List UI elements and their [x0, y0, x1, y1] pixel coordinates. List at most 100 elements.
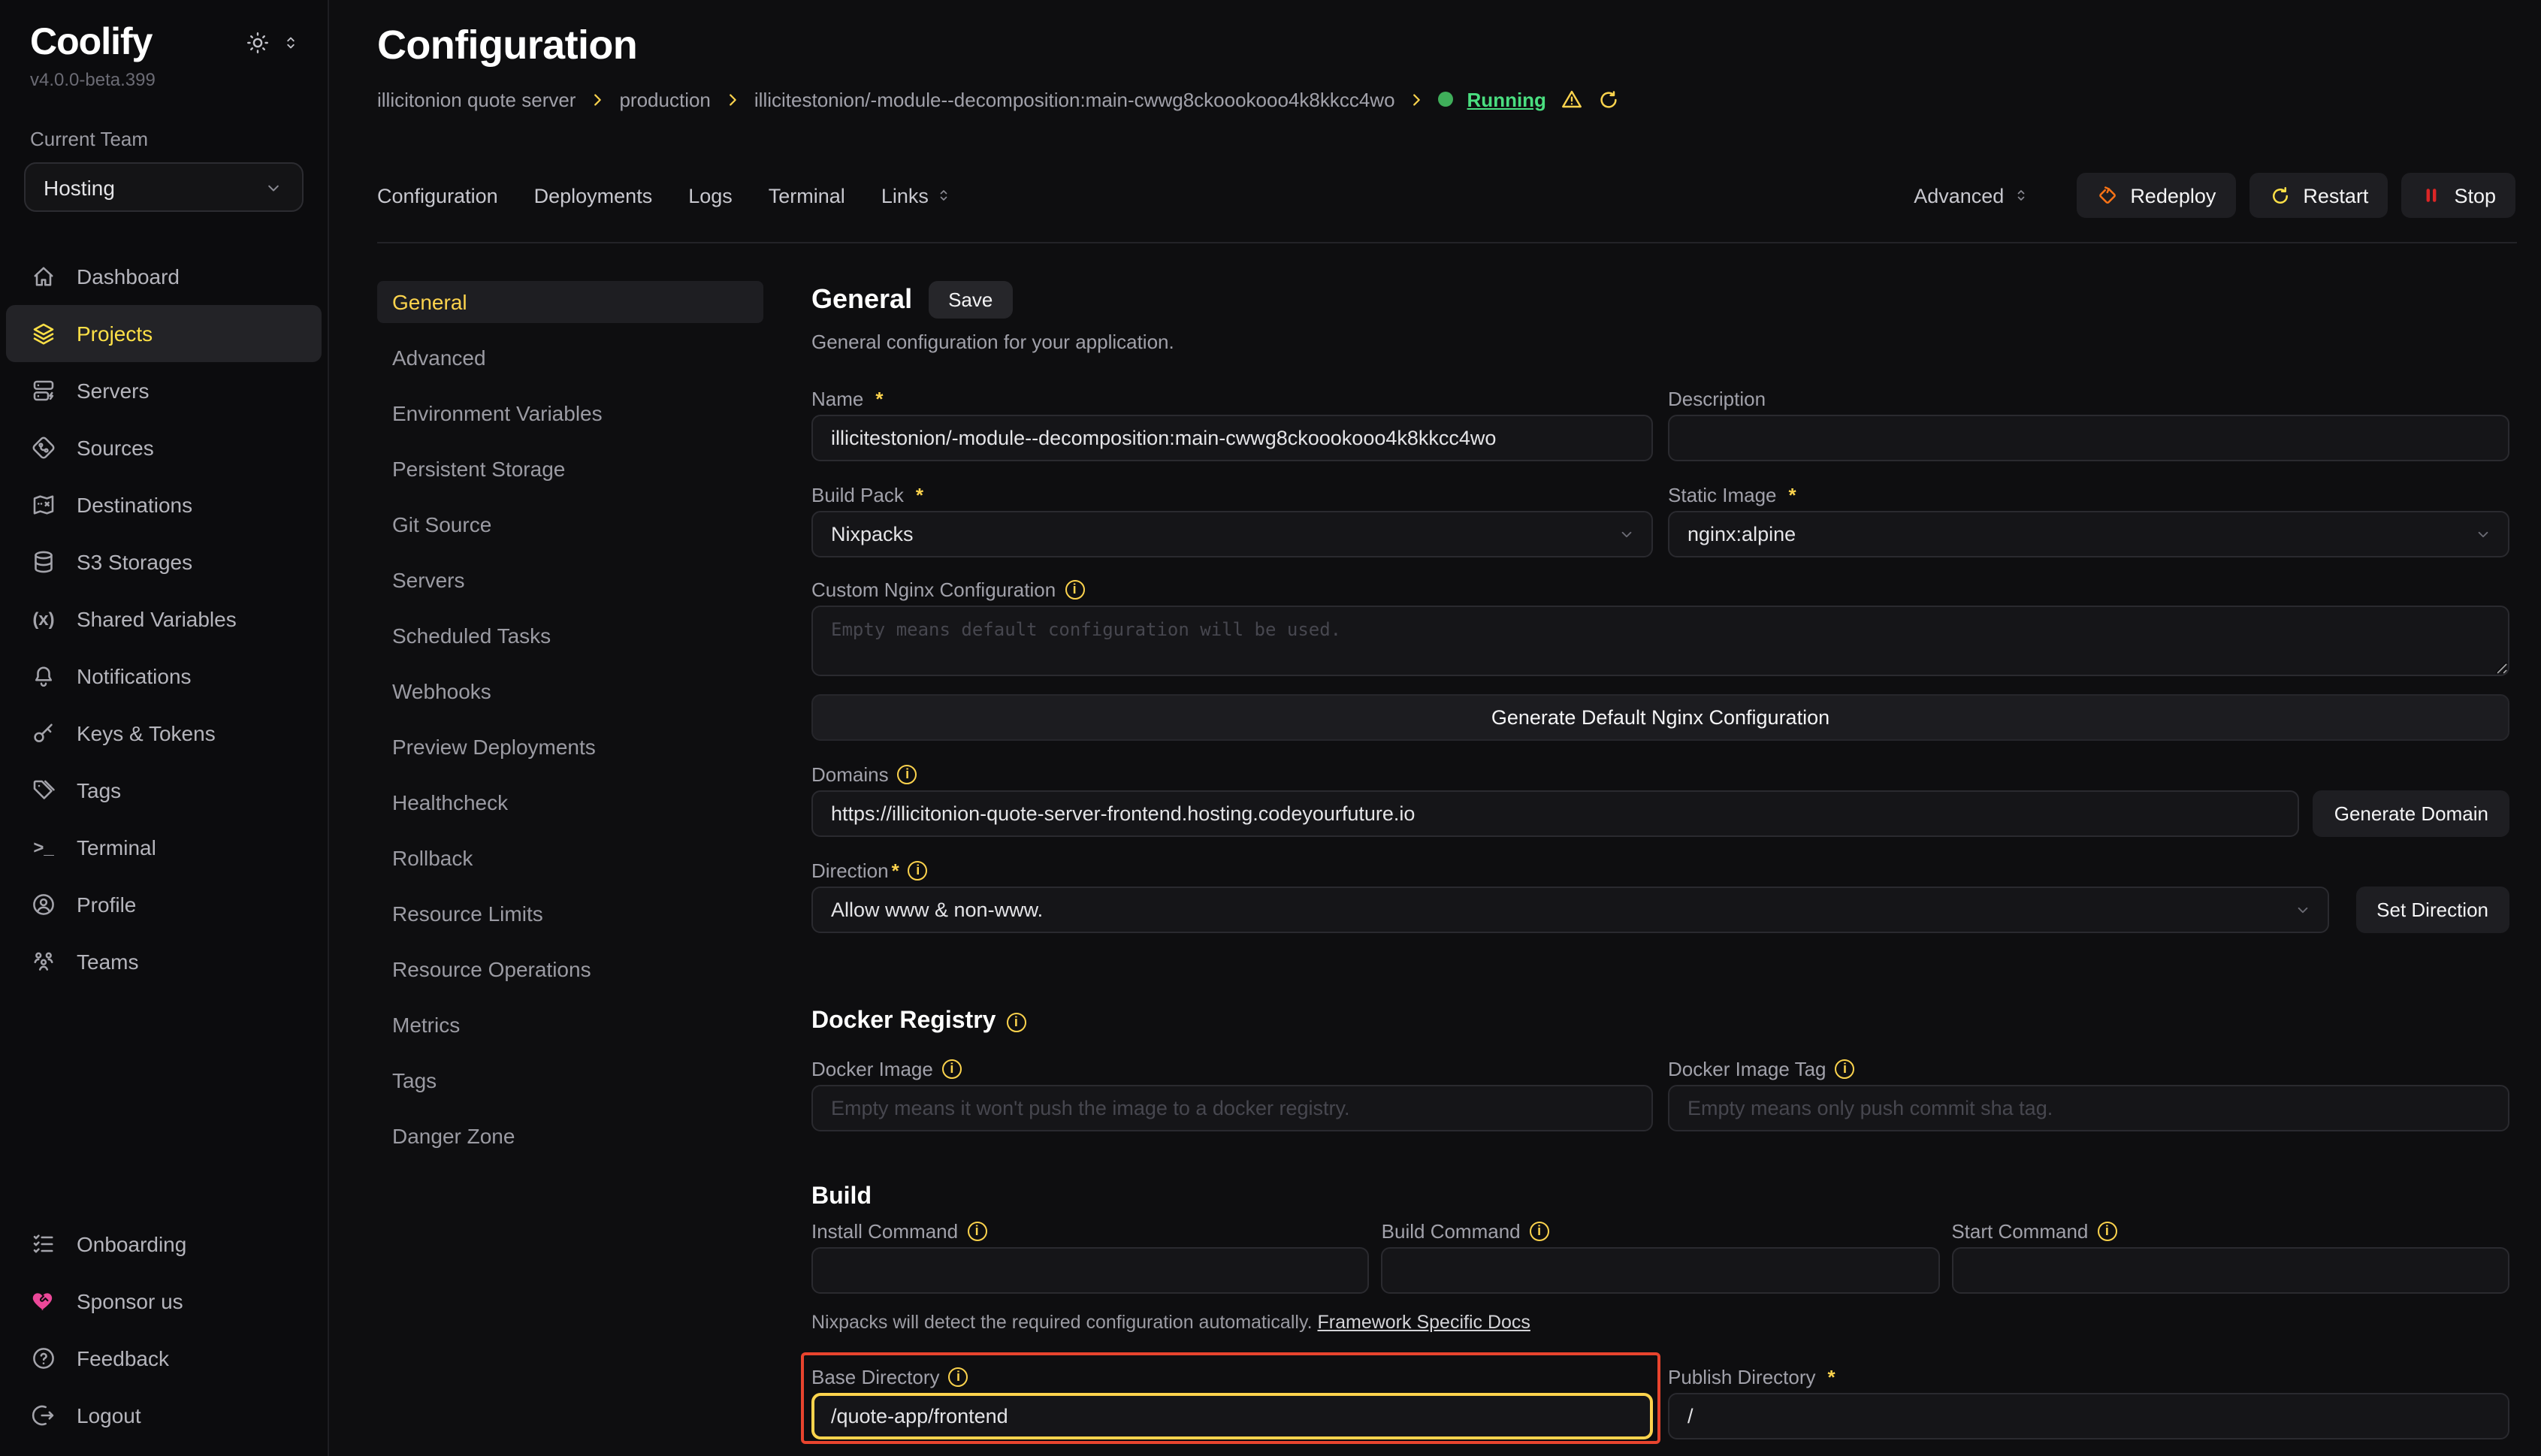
chevron-up-down-icon: [935, 186, 953, 204]
refresh-icon[interactable]: [1597, 88, 1620, 110]
subnav-item-healthcheck[interactable]: Healthcheck: [377, 781, 763, 823]
build-command-input[interactable]: [1382, 1247, 1940, 1294]
info-icon[interactable]: [967, 1222, 986, 1241]
subnav-item-scheduled-tasks[interactable]: Scheduled Tasks: [377, 615, 763, 657]
sidebar-item-projects[interactable]: Projects: [6, 305, 322, 362]
generate-domain-button[interactable]: Generate Domain: [2313, 790, 2509, 837]
info-icon[interactable]: [1006, 1012, 1026, 1032]
main-content: Configuration illicitonion quote server …: [331, 0, 2541, 1456]
static-image-select[interactable]: nginx:alpine: [1668, 511, 2509, 557]
base-directory-field-group: Base Directory: [811, 1366, 1653, 1439]
info-icon[interactable]: [1065, 580, 1084, 600]
general-form: General Save General configuration for y…: [811, 281, 2509, 1439]
description-input[interactable]: [1668, 415, 2509, 461]
info-icon[interactable]: [898, 765, 917, 784]
sidebar-item-servers[interactable]: Servers: [6, 362, 322, 419]
sidebar-item-sources[interactable]: Sources: [6, 419, 322, 476]
install-command-input[interactable]: [811, 1247, 1370, 1294]
docker-image-input[interactable]: [811, 1085, 1653, 1131]
sidebar-item-profile[interactable]: Profile: [6, 876, 322, 933]
domains-input[interactable]: [811, 790, 2300, 837]
subnav-item-servers[interactable]: Servers: [377, 559, 763, 601]
breadcrumb-environment[interactable]: production: [619, 88, 710, 110]
sidebar-item-shared-variables[interactable]: (x) Shared Variables: [6, 591, 322, 648]
install-command-label: Install Command: [811, 1220, 1370, 1243]
sidebar-item-s3-storages[interactable]: S3 Storages: [6, 533, 322, 591]
publish-directory-input[interactable]: [1668, 1393, 2509, 1439]
info-icon[interactable]: [949, 1367, 968, 1387]
sidebar-item-destinations[interactable]: Destinations: [6, 476, 322, 533]
sidebar-item-notifications[interactable]: Notifications: [6, 648, 322, 705]
page-header: Configuration illicitonion quote server …: [331, 0, 2541, 111]
sun-icon[interactable]: [245, 30, 270, 56]
info-icon[interactable]: [1530, 1222, 1549, 1241]
breadcrumb-application[interactable]: illicitestonion/-module--decomposition:m…: [754, 88, 1395, 110]
tab-logs[interactable]: Logs: [688, 184, 733, 207]
restart-icon: [2268, 184, 2291, 207]
info-icon[interactable]: [1836, 1059, 1855, 1079]
app-logo[interactable]: Coolify: [30, 21, 152, 65]
tab-terminal[interactable]: Terminal: [769, 184, 845, 207]
tab-deployments[interactable]: Deployments: [534, 184, 653, 207]
subnav-item-environment-variables[interactable]: Environment Variables: [377, 392, 763, 434]
start-command-label: Start Command: [1951, 1220, 2509, 1243]
subnav-item-danger-zone[interactable]: Danger Zone: [377, 1115, 763, 1157]
subnav-item-preview-deployments[interactable]: Preview Deployments: [377, 726, 763, 768]
start-command-input[interactable]: [1951, 1247, 2509, 1294]
subnav-item-webhooks[interactable]: Webhooks: [377, 670, 763, 712]
generate-nginx-button[interactable]: Generate Default Nginx Configuration: [811, 694, 2509, 741]
team-select[interactable]: Hosting: [24, 162, 304, 212]
direction-select[interactable]: Allow www & non-www.: [811, 887, 2328, 933]
theme-controls: [245, 30, 301, 56]
advanced-menu[interactable]: Advanced: [1914, 184, 2029, 207]
tab-links[interactable]: Links: [881, 184, 953, 207]
warning-triangle-icon[interactable]: [1560, 87, 1584, 111]
status-running-link[interactable]: Running: [1467, 88, 1546, 110]
nginx-config-textarea[interactable]: [811, 606, 2509, 676]
subnav-item-git-source[interactable]: Git Source: [377, 503, 763, 545]
subnav-item-rollback[interactable]: Rollback: [377, 837, 763, 879]
breadcrumb-project[interactable]: illicitonion quote server: [377, 88, 576, 110]
sidebar-item-teams[interactable]: Teams: [6, 933, 322, 990]
nginx-config-label: Custom Nginx Configuration: [811, 578, 2509, 601]
subnav-item-general[interactable]: General: [377, 281, 763, 323]
chevron-up-down-icon[interactable]: [281, 33, 301, 53]
info-icon[interactable]: [942, 1059, 962, 1079]
save-button[interactable]: Save: [929, 281, 1012, 319]
sidebar-item-keys-tokens[interactable]: Keys & Tokens: [6, 705, 322, 762]
subnav-item-resource-operations[interactable]: Resource Operations: [377, 948, 763, 990]
sidebar-item-tags[interactable]: Tags: [6, 762, 322, 819]
set-direction-button[interactable]: Set Direction: [2355, 887, 2509, 933]
sidebar-item-terminal[interactable]: >_ Terminal: [6, 819, 322, 876]
sidebar-item-onboarding[interactable]: Onboarding: [6, 1216, 322, 1273]
static-image-field-group: Static Image nginx:alpine: [1668, 484, 2509, 557]
name-input[interactable]: [811, 415, 1653, 461]
tab-configuration[interactable]: Configuration: [377, 184, 498, 207]
sidebar-nav: Dashboard Projects Servers Sources Desti…: [0, 248, 328, 990]
subnav-item-persistent-storage[interactable]: Persistent Storage: [377, 448, 763, 490]
info-icon[interactable]: [2097, 1222, 2116, 1241]
base-directory-input[interactable]: [811, 1393, 1653, 1439]
sidebar-item-dashboard[interactable]: Dashboard: [6, 248, 322, 305]
subnav-item-resource-limits[interactable]: Resource Limits: [377, 893, 763, 935]
subnav-item-advanced[interactable]: Advanced: [377, 337, 763, 379]
stop-button[interactable]: Stop: [2401, 173, 2515, 218]
redeploy-button[interactable]: Redeploy: [2076, 173, 2235, 218]
page-title: Configuration: [377, 21, 2515, 69]
subnav-item-metrics[interactable]: Metrics: [377, 1004, 763, 1046]
docker-image-field-group: Docker Image: [811, 1058, 1653, 1131]
users-icon: [30, 948, 57, 975]
subnav-item-tags[interactable]: Tags: [377, 1059, 763, 1101]
sidebar-item-sponsor[interactable]: Sponsor us: [6, 1273, 322, 1330]
docker-image-tag-input[interactable]: [1668, 1085, 2509, 1131]
docker-image-label: Docker Image: [811, 1058, 1653, 1080]
configuration-content: General Advanced Environment Variables P…: [377, 281, 2509, 1439]
publish-directory-field-group: Publish Directory: [1668, 1366, 2509, 1439]
sidebar-item-feedback[interactable]: Feedback: [6, 1330, 322, 1387]
chevron-down-icon: [2292, 900, 2312, 920]
framework-docs-link[interactable]: Framework Specific Docs: [1318, 1312, 1530, 1333]
sidebar-item-logout[interactable]: Logout: [6, 1387, 322, 1444]
build-pack-select[interactable]: Nixpacks: [811, 511, 1653, 557]
restart-button[interactable]: Restart: [2249, 173, 2388, 218]
info-icon[interactable]: [908, 861, 928, 881]
